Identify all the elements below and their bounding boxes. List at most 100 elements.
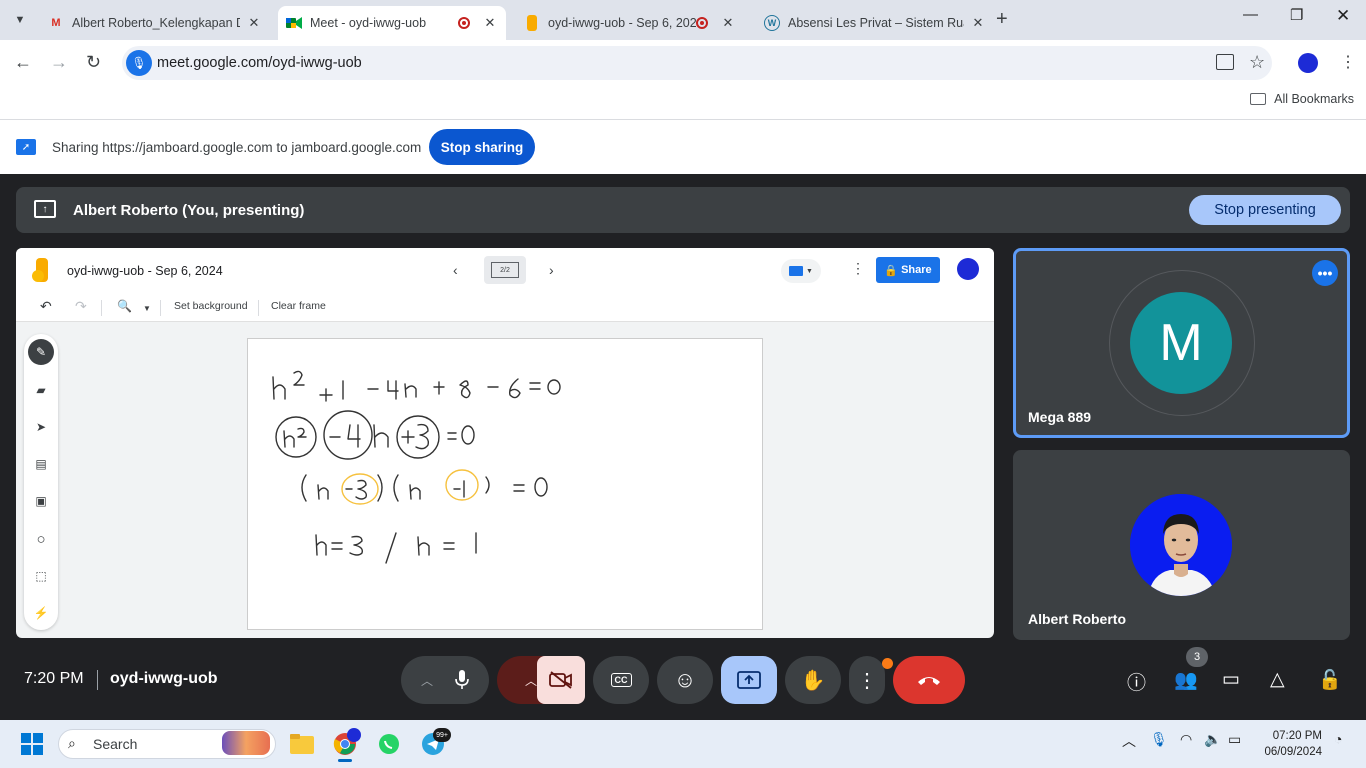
all-bookmarks-button[interactable]: All Bookmarks xyxy=(1250,92,1354,106)
restore-icon[interactable]: ❐ xyxy=(1290,6,1303,24)
profile-avatar[interactable] xyxy=(1298,53,1318,73)
tab-jamboard[interactable]: oyd-iwwg-uob - Sep 6, 2024 ✕ xyxy=(516,6,752,40)
sticky-note-icon[interactable]: ▤ xyxy=(31,454,51,474)
text-box-icon[interactable]: ⬚ xyxy=(31,566,51,586)
toolbar-divider xyxy=(101,300,102,316)
taskbar-date: 06/09/2024 xyxy=(1264,746,1322,758)
microphone-control[interactable]: ︿ xyxy=(401,656,489,704)
taskbar-clock[interactable]: 07:20 PM 06/09/2024 xyxy=(1252,728,1322,760)
eraser-tool-icon[interactable]: ▰ xyxy=(31,380,51,400)
stop-presenting-button[interactable]: Stop presenting xyxy=(1189,195,1341,225)
redo-icon[interactable]: ↷ xyxy=(75,298,87,315)
frame-bar-button[interactable]: 2/2 xyxy=(484,256,526,284)
tab-meet[interactable]: Meet - oyd-iwwg-uob ✕ xyxy=(278,6,506,40)
wifi-icon[interactable]: ◠ xyxy=(1180,731,1192,748)
toolbar-divider xyxy=(160,300,161,316)
chat-icon[interactable]: ▭ xyxy=(1222,668,1240,691)
bookmark-star-icon[interactable]: ☆ xyxy=(1249,52,1265,73)
pen-tool-icon[interactable]: ✎ xyxy=(28,339,54,365)
zoom-dropdown-icon[interactable]: ▼ xyxy=(143,304,151,313)
laser-tool-icon[interactable]: ⚡ xyxy=(31,603,51,623)
sharing-text: Sharing https://jamboard.google.com to j… xyxy=(52,140,422,155)
tile-more-options-icon[interactable]: ••• xyxy=(1312,260,1338,286)
recording-icon xyxy=(458,17,470,29)
jamboard-menu-icon[interactable]: ⋮ xyxy=(851,260,865,277)
captions-button[interactable]: CC xyxy=(593,656,649,704)
meeting-details-icon[interactable]: ⓘ xyxy=(1127,668,1146,695)
hand-icon: ✋ xyxy=(800,669,826,692)
set-background-button[interactable]: Set background xyxy=(174,300,248,312)
shape-tool-icon[interactable]: ○ xyxy=(31,529,51,549)
camera-blocked-icon[interactable] xyxy=(1216,54,1234,70)
leave-call-button[interactable] xyxy=(893,656,965,704)
more-options-button[interactable]: ⋮ xyxy=(849,656,885,704)
close-window-icon[interactable]: ✕ xyxy=(1336,6,1350,26)
people-icon[interactable]: 👥 xyxy=(1174,668,1198,692)
clear-frame-button[interactable]: Clear frame xyxy=(271,300,326,312)
volume-icon[interactable]: 🔈 xyxy=(1204,731,1221,748)
zoom-icon[interactable]: 🔍 xyxy=(117,299,132,313)
camera-off-icon xyxy=(549,671,572,689)
jamboard-icon xyxy=(524,15,540,31)
close-tab-icon[interactable]: ✕ xyxy=(970,15,986,31)
stop-sharing-button[interactable]: Stop sharing xyxy=(429,129,535,165)
close-tab-icon[interactable]: ✕ xyxy=(720,15,736,31)
meet-icon xyxy=(286,15,302,31)
notification-icon[interactable]: ◔ xyxy=(1334,731,1342,747)
tab-title: oyd-iwwg-uob - Sep 6, 2024 xyxy=(548,16,696,30)
close-tab-icon[interactable]: ✕ xyxy=(246,15,262,31)
jamboard-toolbar xyxy=(16,294,994,322)
tab-gmail[interactable]: M Albert Roberto_Kelengkapan Do ✕ xyxy=(40,6,276,40)
tab-search-chevron-icon[interactable]: ▼ xyxy=(8,8,32,32)
tab-title: Absensi Les Privat – Sistem Rua xyxy=(788,16,964,30)
windows-start-icon[interactable] xyxy=(21,733,43,755)
frame-indicator: 2/2 xyxy=(491,262,519,278)
video-options-chevron-icon[interactable]: ︿ xyxy=(525,672,537,689)
minimize-icon[interactable]: — xyxy=(1243,6,1258,23)
activities-icon[interactable]: △ xyxy=(1270,668,1285,691)
share-label: Share xyxy=(901,264,932,276)
whatsapp-icon[interactable] xyxy=(375,730,403,758)
browser-menu-icon[interactable]: ⋮ xyxy=(1340,52,1356,72)
site-mic-icon[interactable]: 🎙 xyxy=(126,50,152,76)
audio-options-chevron-icon[interactable]: ︿ xyxy=(421,672,433,689)
previous-frame-icon[interactable]: ‹ xyxy=(453,262,458,278)
gmail-icon: M xyxy=(51,17,61,29)
cast-button[interactable]: ▼ xyxy=(781,259,821,283)
reload-icon[interactable]: ↻ xyxy=(86,52,101,73)
jamboard-title[interactable]: oyd-iwwg-uob - Sep 6, 2024 xyxy=(67,264,223,278)
telegram-unread-badge: 99+ xyxy=(433,728,451,742)
tray-chevron-icon[interactable]: ︿ xyxy=(1122,731,1136,751)
jamboard-canvas[interactable] xyxy=(247,338,763,630)
new-tab-icon[interactable]: + xyxy=(996,8,1008,31)
forward-icon[interactable]: → xyxy=(50,52,68,73)
raise-hand-button[interactable]: ✋ xyxy=(785,656,841,704)
back-icon[interactable]: ← xyxy=(14,52,32,73)
emoji-icon: ☺ xyxy=(673,667,697,692)
divider xyxy=(97,670,98,690)
participant-name: Albert Roberto xyxy=(1028,611,1126,627)
jamboard-share-button[interactable]: 🔒 Share xyxy=(876,257,940,283)
battery-icon[interactable]: ▭ xyxy=(1228,731,1241,748)
file-explorer-icon[interactable] xyxy=(288,730,316,758)
camera-off-button[interactable] xyxy=(537,656,585,704)
jamboard-avatar[interactable] xyxy=(957,258,979,280)
present-now-button[interactable] xyxy=(721,656,777,704)
close-tab-icon[interactable]: ✕ xyxy=(482,15,498,31)
tray-mic-icon[interactable]: 🎙 xyxy=(1150,731,1168,748)
handwritten-math xyxy=(272,370,561,564)
taskbar-time: 07:20 PM xyxy=(1272,730,1322,742)
host-controls-icon[interactable]: 🔓 xyxy=(1318,668,1342,692)
undo-icon[interactable]: ↶ xyxy=(40,298,52,315)
tab-absensi[interactable]: W Absensi Les Privat – Sistem Rua ✕ xyxy=(756,6,988,40)
taskbar-search-label: Search xyxy=(93,736,138,752)
wordpress-icon: W xyxy=(764,15,780,31)
image-tool-icon[interactable]: ▣ xyxy=(31,491,51,511)
cast-icon xyxy=(789,266,804,276)
url-text[interactable]: meet.google.com/oyd-iwwg-uob xyxy=(157,55,362,71)
next-frame-icon[interactable]: › xyxy=(549,262,554,278)
select-tool-icon[interactable]: ➤ xyxy=(31,417,51,437)
avatar-albert-photo xyxy=(1130,494,1232,596)
microphone-icon[interactable] xyxy=(455,670,469,690)
emoji-reactions-button[interactable]: ☺ xyxy=(657,656,713,704)
